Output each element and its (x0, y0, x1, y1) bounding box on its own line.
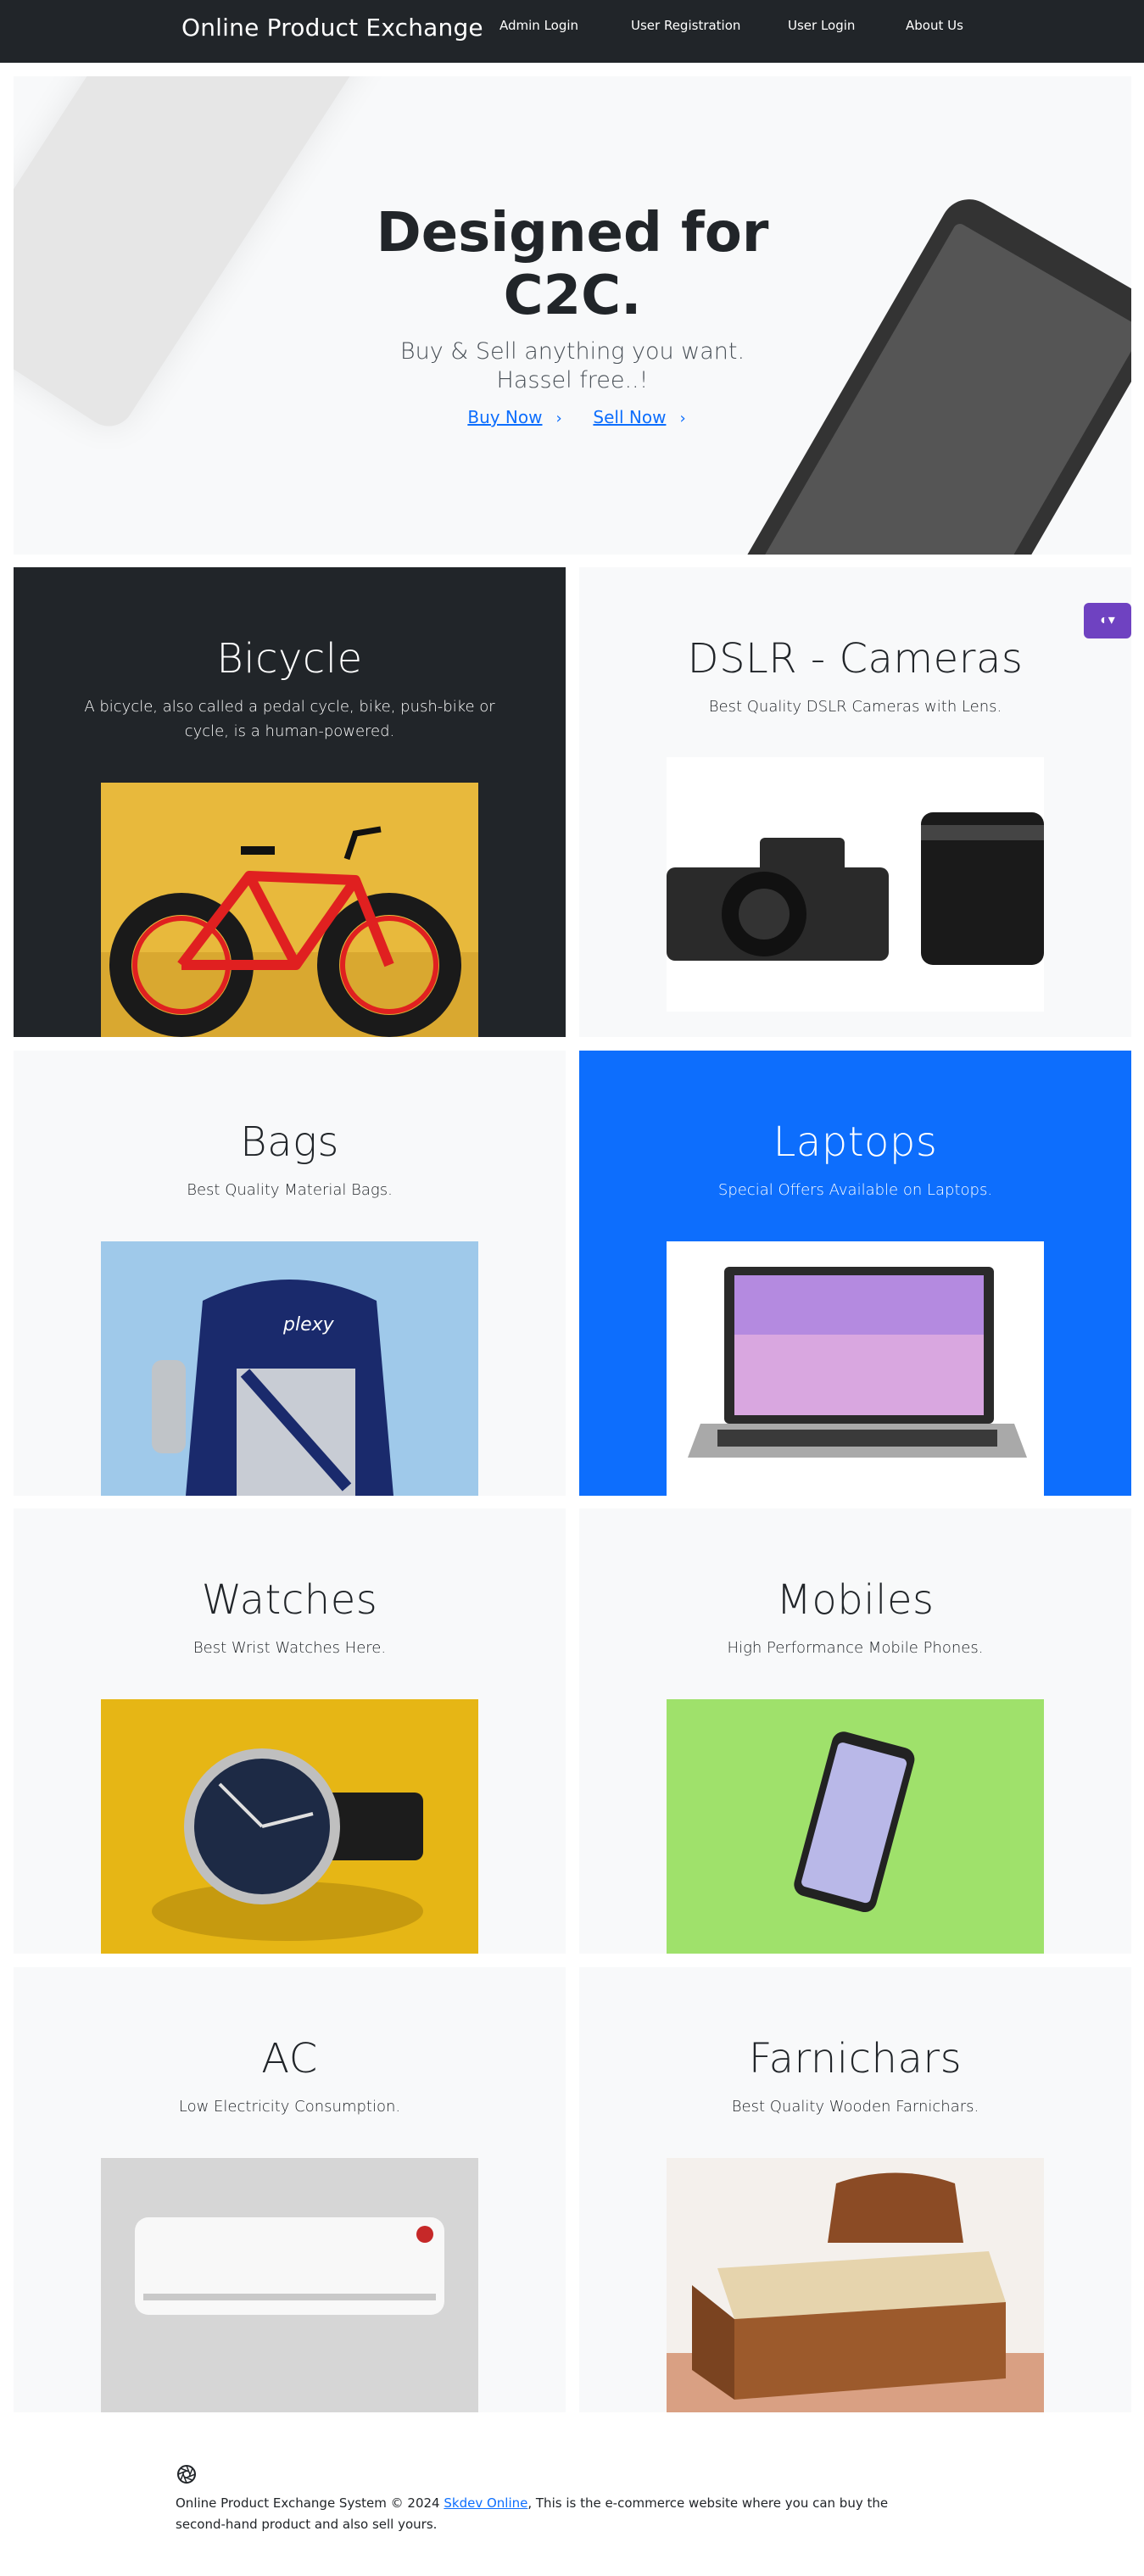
product-title: Farnichars (748, 2035, 963, 2083)
theme-toggle-button[interactable]: ◐▾ (1084, 603, 1131, 638)
product-card-farnichars[interactable]: Farnichars Best Quality Wooden Farnichar… (579, 1967, 1131, 2412)
contrast-icon: ◐▾ (1100, 613, 1115, 627)
camera-image (667, 757, 1044, 1012)
product-description: Best Quality DSLR Cameras with Lens. (708, 698, 1002, 716)
product-card-laptops[interactable]: Laptops Special Offers Available on Lapt… (579, 1051, 1131, 1496)
product-title: AC (261, 2035, 318, 2083)
bicycle-image (101, 783, 478, 1037)
product-title: Laptops (773, 1118, 938, 1166)
product-title: Bags (240, 1118, 339, 1166)
hero-title: Designed for C2C. (376, 202, 769, 327)
product-description: High Performance Mobile Phones. (727, 1639, 984, 1657)
product-card-bags[interactable]: Bags Best Quality Material Bags. plexy (14, 1051, 566, 1496)
product-description: Best Wrist Watches Here. (193, 1639, 387, 1657)
nav-admin-login[interactable]: Admin Login (499, 18, 578, 33)
product-title: DSLR - Cameras (687, 635, 1024, 683)
footer-skdev-link[interactable]: Skdev Online (444, 2495, 527, 2511)
mobile-image (667, 1699, 1044, 1954)
nav-user-registration[interactable]: User Registration (631, 18, 740, 33)
product-card-watches[interactable]: Watches Best Wrist Watches Here. (14, 1508, 566, 1954)
product-description: A bicycle, also called a pedal cycle, bi… (84, 698, 495, 740)
sell-now-link[interactable]: Sell Now (593, 407, 666, 427)
chevron-right-icon: › (679, 410, 686, 427)
brand-link[interactable]: Online Product Exchange (181, 14, 483, 42)
product-card-bicycle[interactable]: Bicycle A bicycle, also called a pedal c… (14, 567, 566, 1037)
product-title: Watches (201, 1576, 378, 1624)
hero-section: Designed for C2C. Buy & Sell anything yo… (14, 76, 1131, 555)
product-card-mobiles[interactable]: Mobiles High Performance Mobile Phones. (579, 1508, 1131, 1954)
watch-image (101, 1699, 478, 1954)
hero-links: Buy Now › Sell Now › (14, 407, 1131, 427)
aperture-icon (176, 2464, 197, 2484)
product-title: Bicycle (216, 635, 363, 683)
product-title: Mobiles (776, 1576, 935, 1624)
product-description: Best Quality Wooden Farnichars. (731, 2098, 979, 2116)
product-description: Low Electricity Consumption. (178, 2098, 401, 2116)
hero-subtitle: Buy & Sell anything you want. Hassel fre… (399, 338, 745, 393)
ac-image (101, 2158, 478, 2412)
navbar: Online Product Exchange Admin Login User… (0, 0, 1144, 63)
footer-copyright: Online Product Exchange System © 2024 Sk… (176, 2495, 889, 2532)
nav-about-us[interactable]: About Us (906, 18, 963, 33)
product-card-ac[interactable]: AC Low Electricity Consumption. (14, 1967, 566, 2412)
product-card-dslr-cameras[interactable]: DSLR - Cameras Best Quality DSLR Cameras… (579, 567, 1131, 1037)
svg-text:plexy: plexy (282, 1314, 335, 1335)
laptop-image (667, 1241, 1044, 1496)
buy-now-link[interactable]: Buy Now (467, 407, 542, 427)
bag-image: plexy (101, 1241, 478, 1496)
product-description: Special Offers Available on Laptops. (717, 1181, 993, 1199)
product-description: Best Quality Material Bags. (187, 1181, 393, 1199)
nav-user-login[interactable]: User Login (788, 18, 855, 33)
furniture-image (667, 2158, 1044, 2412)
chevron-right-icon: › (555, 410, 562, 427)
